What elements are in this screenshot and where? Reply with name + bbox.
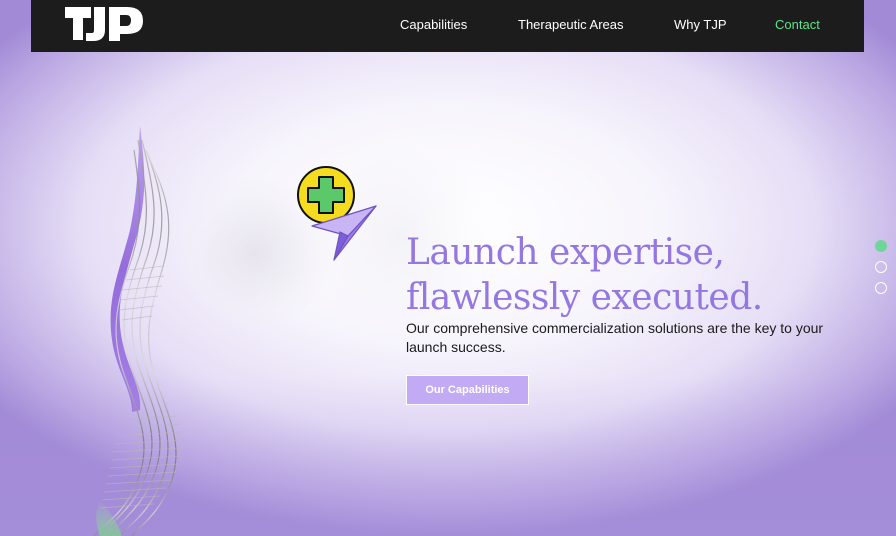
top-navbar: Capabilities Therapeutic Areas Why TJP C… bbox=[31, 0, 864, 52]
nav-link-why-tjp[interactable]: Why TJP bbox=[674, 17, 727, 32]
slide-dot-2[interactable] bbox=[875, 261, 887, 273]
nav-link-contact[interactable]: Contact bbox=[775, 17, 820, 32]
slide-dot-1[interactable] bbox=[875, 240, 887, 252]
hero-subtext: Our comprehensive commercialization solu… bbox=[406, 320, 824, 355]
hero-headline: Launch expertise, flawlessly executed. bbox=[406, 230, 866, 320]
slide-pagination bbox=[874, 239, 890, 299]
launch-illustration bbox=[292, 162, 382, 264]
medical-cross-icon bbox=[297, 166, 355, 224]
nav-link-therapeutic-areas[interactable]: Therapeutic Areas bbox=[518, 17, 624, 32]
nav-link-capabilities[interactable]: Capabilities bbox=[400, 17, 467, 32]
hero-headline-line-1: Launch expertise, bbox=[406, 232, 725, 273]
our-capabilities-button[interactable]: Our Capabilities bbox=[406, 375, 529, 405]
tjp-logo-mark bbox=[65, 7, 143, 41]
slide-dot-3[interactable] bbox=[875, 282, 887, 294]
hero-headline-line-2: flawlessly executed. bbox=[406, 277, 763, 318]
tjp-logo[interactable] bbox=[65, 4, 145, 44]
dna-helix-graphic bbox=[80, 120, 210, 536]
